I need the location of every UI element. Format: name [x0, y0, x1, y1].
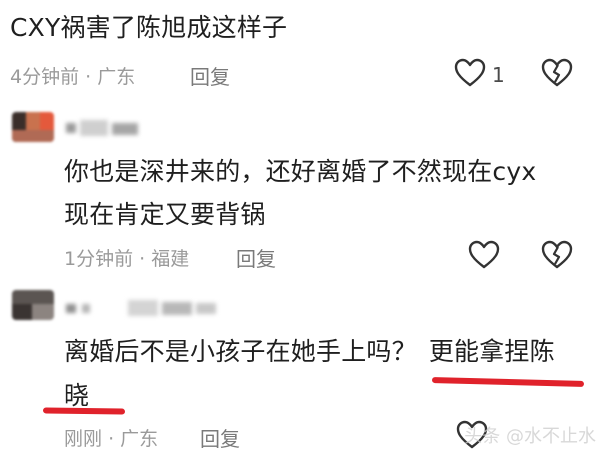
- watermark: 头条 @水不止水: [464, 426, 596, 447]
- comment-3-reply-button[interactable]: 回复: [200, 423, 240, 452]
- heart-icon: [454, 58, 486, 92]
- meta-separator: ·: [85, 66, 92, 88]
- red-underline-left: [42, 407, 126, 415]
- comment-1-reply-button[interactable]: 回复: [190, 61, 230, 90]
- meta-separator: ·: [108, 428, 115, 450]
- comment-3-avatar[interactable]: [12, 290, 54, 320]
- comment-1-like-count: 1: [492, 63, 505, 87]
- comment-2-text-line-1: 你也是深井来的，还好离婚了不然现在cyx: [64, 157, 537, 186]
- broken-heart-icon: [541, 58, 573, 92]
- comment-1-dislike-button[interactable]: [541, 58, 573, 92]
- comment-2-dislike-button[interactable]: [541, 240, 573, 274]
- comment-1-meta: 4分钟前 · 广东: [10, 62, 135, 89]
- comment-3-text-part-2: 更能拿捏陈: [428, 337, 555, 366]
- meta-separator: ·: [139, 248, 146, 270]
- comment-2-like-button[interactable]: [468, 240, 500, 274]
- red-underline-right: [431, 377, 585, 387]
- comment-2-reply-button[interactable]: 回复: [236, 243, 276, 272]
- broken-heart-icon: [541, 240, 573, 274]
- comment-1-time: 4分钟前: [10, 66, 80, 88]
- heart-icon: [468, 240, 500, 274]
- comment-2-username[interactable]: [66, 120, 138, 136]
- comment-3-meta: 刚刚 · 广东: [64, 424, 158, 451]
- comment-2-meta: 1分钟前 · 福建: [64, 244, 189, 271]
- comment-3-text-part-1: 离婚后不是小孩子在她手上吗？: [64, 337, 417, 366]
- comment-2-avatar[interactable]: [12, 112, 54, 142]
- comment-3-text-line-1: 离婚后不是小孩子在她手上吗？ 更能拿捏陈: [64, 330, 555, 374]
- comment-3-location: 广东: [120, 428, 159, 450]
- comment-1-location: 广东: [97, 66, 136, 88]
- comment-3-time: 刚刚: [64, 428, 103, 450]
- comment-2-time: 1分钟前: [64, 248, 134, 270]
- comment-1-text: CXY祸害了陈旭成这样子: [10, 13, 288, 42]
- comment-2-location: 福建: [151, 248, 190, 270]
- comment-3-username[interactable]: [66, 300, 216, 316]
- comment-1-like-button[interactable]: 1: [454, 58, 505, 92]
- comment-2-text-line-2: 现在肯定又要背锅: [64, 200, 266, 229]
